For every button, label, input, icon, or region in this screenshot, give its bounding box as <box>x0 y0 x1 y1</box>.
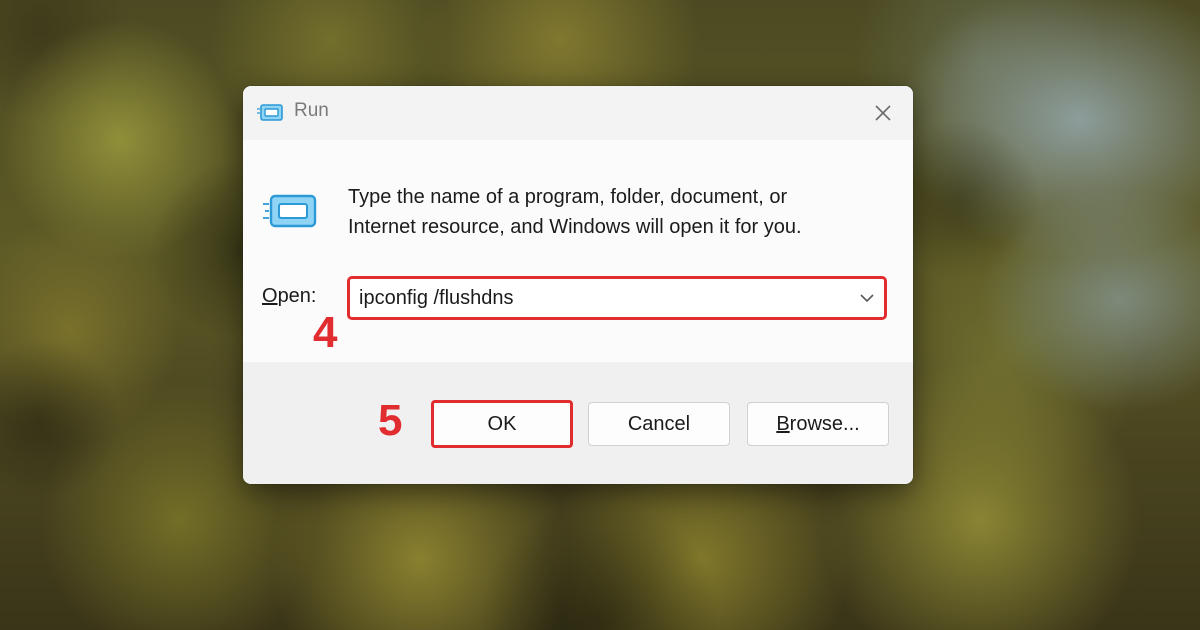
step-5-annotation: 5 <box>378 396 403 445</box>
chevron-down-icon[interactable] <box>858 289 876 307</box>
run-dialog: Run Type the name of a program, folder, … <box>243 86 913 484</box>
open-label: Open: <box>262 285 317 308</box>
description-line-1: Type the name of a program, folder, docu… <box>348 186 788 208</box>
cancel-button[interactable]: Cancel <box>588 402 730 446</box>
window-title: Run <box>294 100 329 121</box>
button-bar: 5 OK Cancel Browse... <box>243 362 913 484</box>
open-label-text: pen: <box>277 285 317 307</box>
ok-button[interactable]: OK <box>431 400 573 448</box>
browse-button[interactable]: Browse... <box>747 402 889 446</box>
browse-mnemonic: B <box>776 412 790 435</box>
open-label-mnemonic: O <box>262 285 278 307</box>
step-4-annotation: 4 <box>313 308 338 357</box>
dialog-content: Type the name of a program, folder, docu… <box>243 140 913 362</box>
description-line-2: Internet resource, and Windows will open… <box>348 216 802 238</box>
open-combobox[interactable] <box>347 276 887 320</box>
title-bar: Run <box>243 86 913 140</box>
open-input[interactable] <box>359 279 829 317</box>
close-button[interactable] <box>863 96 903 130</box>
run-program-icon <box>263 194 317 228</box>
run-icon <box>257 104 283 121</box>
dialog-description: Type the name of a program, folder, docu… <box>348 182 878 242</box>
close-icon <box>875 105 891 121</box>
browse-label: rowse... <box>789 412 860 435</box>
